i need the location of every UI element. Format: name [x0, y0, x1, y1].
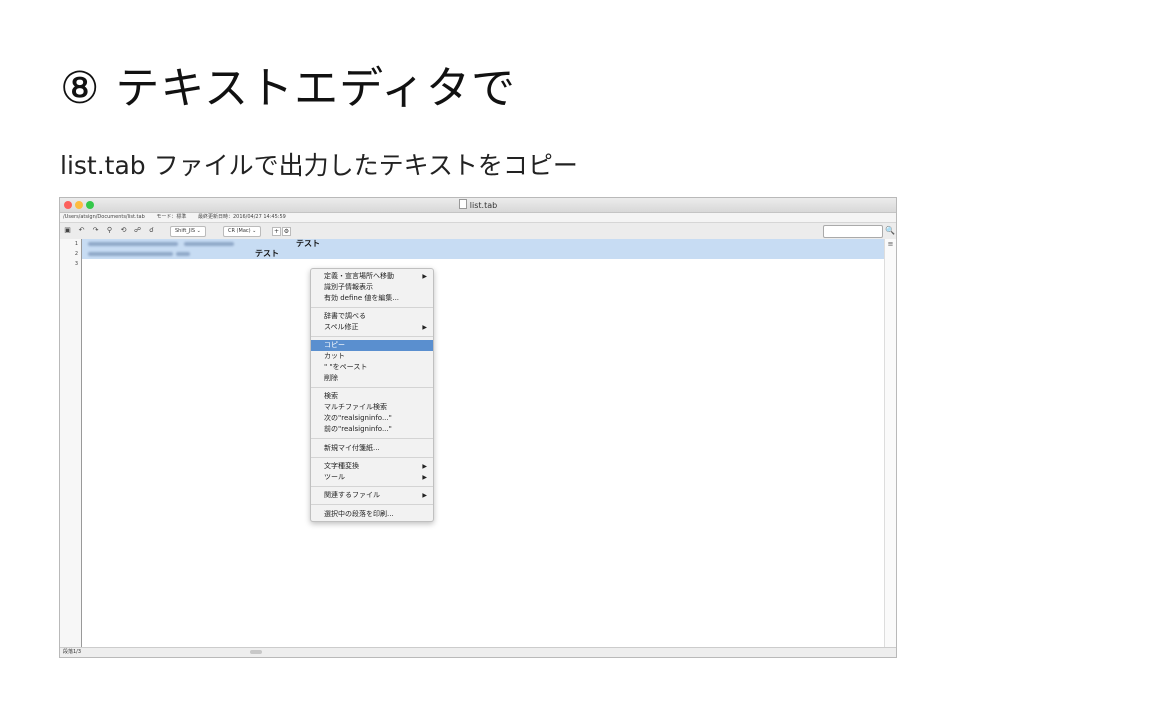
menu-item-label: カット	[324, 352, 345, 360]
menu-item-label: 識別子情報表示	[324, 283, 373, 291]
menu-item-goto-definition[interactable]: 定義・宣言場所へ移動 ▶	[311, 271, 433, 282]
menu-item-delete[interactable]: 削除	[311, 373, 433, 384]
menu-item-label: スペル修正	[324, 323, 359, 331]
vertical-scrollbar[interactable]: ≡	[884, 239, 896, 648]
menu-separator	[311, 387, 433, 388]
editor-window: list.tab /Users/atsign/Documents/list.ta…	[59, 197, 897, 658]
menu-separator	[311, 457, 433, 458]
menu-item-dictionary[interactable]: 辞書で調べる	[311, 311, 433, 322]
menu-item-label: コピー	[324, 341, 345, 349]
text-editor[interactable]: 1 2 3 テスト テスト ≡	[60, 239, 896, 648]
submenu-arrow-icon: ▶	[422, 463, 427, 470]
context-menu: 定義・宣言場所へ移動 ▶ 識別子情報表示 有効 define 値を編集... 辞書…	[310, 268, 434, 522]
file-path: /Users/atsign/Documents/list.tab	[63, 214, 145, 220]
menu-item-new-sticky[interactable]: 新規マイ付箋紙...	[311, 443, 433, 454]
slide-title: ⑧ テキストエディタで	[60, 63, 517, 114]
menu-item-label: 選択中の段落を印刷...	[324, 510, 394, 518]
find-icon[interactable]: ⚲	[105, 226, 114, 235]
menu-item-search[interactable]: 検索	[311, 391, 433, 402]
paragraph-status: 段落1/3	[63, 649, 82, 655]
undo-icon[interactable]: ↶	[77, 226, 86, 235]
menu-item-tools[interactable]: ツール ▶	[311, 472, 433, 483]
redacted-name	[184, 242, 234, 246]
menu-separator	[311, 504, 433, 505]
menu-item-label: 新規マイ付箋紙...	[324, 444, 380, 452]
document-icon	[458, 199, 467, 209]
toolbar: ▣ ↶ ↷ ⚲ ⟲ ☍ ☌ Shift_JIS ⌄ CR (Mac) ⌄ + ⚙…	[60, 223, 896, 240]
encoding-value: Shift_JIS	[175, 228, 195, 234]
status-bar: 段落1/3	[60, 647, 896, 657]
redo-icon[interactable]: ↷	[91, 226, 100, 235]
redacted-email	[88, 252, 173, 256]
line-number: 2	[74, 251, 78, 257]
window-title-text: list.tab	[469, 201, 498, 210]
menu-item-label: 次の"realsigninfo..."	[324, 414, 392, 422]
window-title: list.tab	[60, 199, 896, 210]
line-ending-value: CR (Mac)	[228, 228, 251, 234]
menu-item-identifier-info[interactable]: 識別子情報表示	[311, 282, 433, 293]
menu-item-label: 検索	[324, 392, 338, 400]
file-info-bar: /Users/atsign/Documents/list.tab モード：標準 …	[60, 213, 896, 223]
menu-item-label: 削除	[324, 374, 338, 382]
split-view-icon[interactable]: ≡	[885, 240, 896, 248]
line-ending-select[interactable]: CR (Mac) ⌄	[223, 226, 262, 237]
menu-item-label: " "をペースト	[324, 363, 368, 371]
menu-separator	[311, 307, 433, 308]
slide-subtitle: list.tab ファイルで出力したテキストをコピー	[60, 151, 578, 180]
menu-item-copy[interactable]: コピー	[311, 340, 433, 351]
line-number: 1	[74, 241, 78, 247]
menu-item-find-next[interactable]: 次の"realsigninfo..."	[311, 413, 433, 424]
redacted-name	[176, 252, 190, 256]
line-number: 3	[74, 261, 78, 267]
line-number-gutter: 1 2 3	[60, 239, 82, 648]
line-text: テスト	[296, 239, 320, 248]
save-icon[interactable]: ▣	[63, 226, 72, 235]
submenu-arrow-icon: ▶	[422, 474, 427, 481]
menu-item-label: マルチファイル検索	[324, 403, 387, 411]
mode-label: モード：標準	[156, 214, 187, 220]
menu-item-multi-file-search[interactable]: マルチファイル検索	[311, 402, 433, 413]
selected-line[interactable]: テスト	[82, 249, 885, 259]
menu-item-label: 文字種変換	[324, 462, 359, 470]
search-icon[interactable]: 🔍	[885, 226, 895, 235]
submenu-arrow-icon: ▶	[422, 273, 427, 280]
menu-item-convert-chars[interactable]: 文字種変換 ▶	[311, 461, 433, 472]
menu-item-related-files[interactable]: 関連するファイル ▶	[311, 490, 433, 501]
search-input[interactable]	[823, 225, 883, 238]
redacted-email	[88, 242, 178, 246]
gear-icon[interactable]: ⚙	[282, 227, 291, 236]
menu-item-edit-define[interactable]: 有効 define 値を編集...	[311, 293, 433, 304]
menu-item-spelling[interactable]: スペル修正 ▶	[311, 322, 433, 333]
menu-item-find-previous[interactable]: 前の"realsigninfo..."	[311, 424, 433, 435]
add-button[interactable]: +	[272, 227, 281, 236]
menu-separator	[311, 336, 433, 337]
menu-item-label: 関連するファイル	[324, 491, 380, 499]
menu-item-print-paragraph[interactable]: 選択中の段落を印刷...	[311, 509, 433, 520]
menu-item-label: 辞書で調べる	[324, 312, 366, 320]
menu-item-label: ツール	[324, 473, 345, 481]
search-multi-icon[interactable]: ☍	[133, 226, 142, 235]
find-replace-icon[interactable]: ⟲	[119, 226, 128, 235]
selected-line[interactable]: テスト	[82, 239, 885, 249]
menu-item-cut[interactable]: カット	[311, 351, 433, 362]
menu-item-label: 定義・宣言場所へ移動	[324, 272, 394, 280]
menu-separator	[311, 438, 433, 439]
window-titlebar[interactable]: list.tab	[60, 198, 896, 213]
menu-item-label: 前の"realsigninfo..."	[324, 425, 392, 433]
modified-timestamp: 最終更新日時：2016/04/27 14:45:59	[197, 214, 286, 220]
menu-item-label: 有効 define 値を編集...	[324, 294, 400, 302]
encoding-select[interactable]: Shift_JIS ⌄	[170, 226, 206, 237]
line-text: テスト	[255, 249, 279, 258]
menu-separator	[311, 486, 433, 487]
horizontal-scroll-thumb[interactable]	[250, 650, 262, 654]
search-next-icon[interactable]: ☌	[147, 226, 156, 235]
submenu-arrow-icon: ▶	[422, 324, 427, 331]
submenu-arrow-icon: ▶	[422, 492, 427, 499]
menu-item-paste[interactable]: " "をペースト	[311, 362, 433, 373]
